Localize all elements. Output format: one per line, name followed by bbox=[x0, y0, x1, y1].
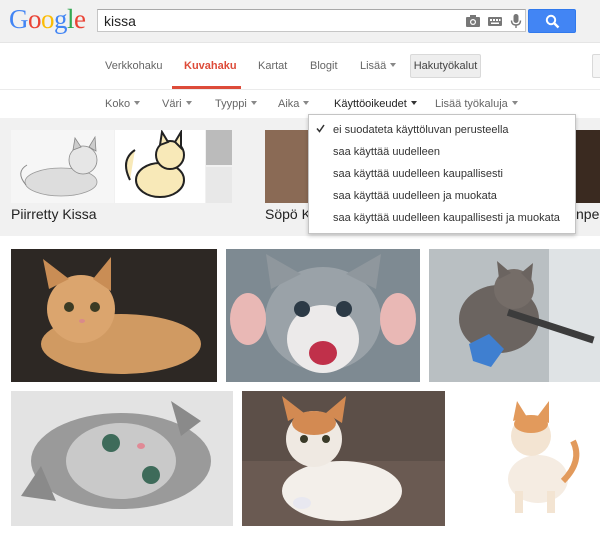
related-thumbnail[interactable] bbox=[206, 130, 232, 165]
search-type-nav: Verkkohaku Kuvahaku Kartat Blogit Lisää … bbox=[0, 43, 600, 90]
image-result[interactable] bbox=[11, 391, 233, 526]
kitten-image bbox=[41, 257, 201, 374]
kitten-image bbox=[508, 401, 580, 513]
search-box bbox=[97, 9, 526, 32]
filter-size[interactable]: Koko bbox=[105, 98, 141, 110]
filter-type[interactable]: Tyyppi bbox=[215, 98, 257, 110]
menu-item-no-filter[interactable]: ei suodateta käyttöluvan perusteella bbox=[333, 124, 509, 136]
settings-button[interactable] bbox=[592, 54, 600, 78]
camera-icon[interactable] bbox=[465, 13, 481, 29]
tab-kuvahaku[interactable]: Kuvahaku bbox=[184, 60, 237, 72]
related-label[interactable]: Söpö K bbox=[265, 206, 311, 222]
related-thumbnail[interactable] bbox=[576, 130, 600, 203]
logo-letter: l bbox=[67, 4, 75, 34]
chevron-down-icon bbox=[134, 101, 141, 105]
kitten-image bbox=[459, 249, 600, 382]
tab-blogit[interactable]: Blogit bbox=[310, 60, 338, 72]
filter-label: Aika bbox=[278, 98, 300, 110]
tab-kartat[interactable]: Kartat bbox=[258, 60, 287, 72]
filter-color[interactable]: Väri bbox=[162, 98, 192, 110]
filter-usage-rights[interactable]: Käyttöoikeudet bbox=[334, 98, 417, 110]
image-result[interactable] bbox=[453, 391, 600, 526]
image-result[interactable] bbox=[11, 249, 217, 382]
menu-item-reuse[interactable]: saa käyttää uudelleen bbox=[333, 146, 440, 158]
filter-label: Tyyppi bbox=[215, 98, 247, 110]
tab-lisaa[interactable]: Lisää bbox=[360, 60, 397, 72]
menu-item-reuse-commercial-modify[interactable]: saa käyttää uudelleen kaupallisesti ja m… bbox=[333, 212, 560, 224]
kitten-image bbox=[230, 254, 416, 373]
related-thumbnail[interactable] bbox=[206, 167, 232, 203]
mic-icon[interactable] bbox=[508, 13, 524, 29]
search-tools-button[interactable]: Hakutyökalut bbox=[410, 54, 481, 78]
logo-letter: G bbox=[9, 4, 29, 34]
menu-item-reuse-modify[interactable]: saa käyttää uudelleen ja muokata bbox=[333, 190, 497, 202]
search-icon bbox=[545, 14, 560, 29]
logo-letter: o bbox=[41, 4, 55, 34]
cat-sketch-image bbox=[20, 135, 98, 197]
google-logo[interactable]: Google bbox=[9, 4, 86, 34]
filter-label: Lisää työkaluja bbox=[435, 98, 508, 110]
image-result[interactable] bbox=[429, 249, 600, 382]
related-thumbnail[interactable] bbox=[11, 130, 114, 203]
menu-item-reuse-commercial[interactable]: saa käyttää uudelleen kaupallisesti bbox=[333, 168, 503, 180]
filter-label: Väri bbox=[162, 98, 182, 110]
logo-letter: o bbox=[28, 4, 42, 34]
image-result[interactable] bbox=[242, 391, 445, 526]
top-bar: Google bbox=[0, 0, 600, 43]
filter-label: Koko bbox=[105, 98, 131, 110]
filter-more-tools[interactable]: Lisää työkaluja bbox=[435, 98, 518, 110]
chevron-down-icon bbox=[185, 101, 192, 105]
tab-verkkohaku[interactable]: Verkkohaku bbox=[105, 60, 162, 72]
keyboard-icon[interactable] bbox=[487, 13, 503, 29]
image-result[interactable] bbox=[226, 249, 420, 382]
related-label[interactable]: Piirretty Kissa bbox=[11, 206, 97, 222]
search-button[interactable] bbox=[528, 9, 576, 33]
logo-letter: e bbox=[74, 4, 86, 34]
kitten-image bbox=[242, 391, 445, 521]
chevron-down-icon bbox=[410, 101, 417, 105]
related-label[interactable]: npe bbox=[576, 206, 599, 222]
chevron-down-icon bbox=[303, 101, 310, 105]
cartoon-cat-image bbox=[125, 130, 185, 198]
usage-rights-menu: ei suodateta käyttöluvan perusteella saa… bbox=[308, 114, 576, 234]
active-tab-indicator bbox=[172, 86, 241, 89]
chevron-down-icon bbox=[511, 101, 518, 105]
chevron-down-icon bbox=[250, 101, 257, 105]
related-thumbnail[interactable] bbox=[265, 130, 309, 203]
filter-label: Käyttöoikeudet bbox=[334, 98, 407, 110]
chevron-down-icon bbox=[390, 63, 397, 67]
logo-letter: g bbox=[54, 4, 68, 34]
checkmark-icon bbox=[316, 124, 325, 133]
filter-time[interactable]: Aika bbox=[278, 98, 310, 110]
tab-lisaa-label: Lisää bbox=[360, 60, 387, 72]
search-input[interactable] bbox=[104, 12, 454, 30]
related-thumbnail[interactable] bbox=[115, 130, 205, 203]
kitten-image bbox=[21, 401, 211, 509]
